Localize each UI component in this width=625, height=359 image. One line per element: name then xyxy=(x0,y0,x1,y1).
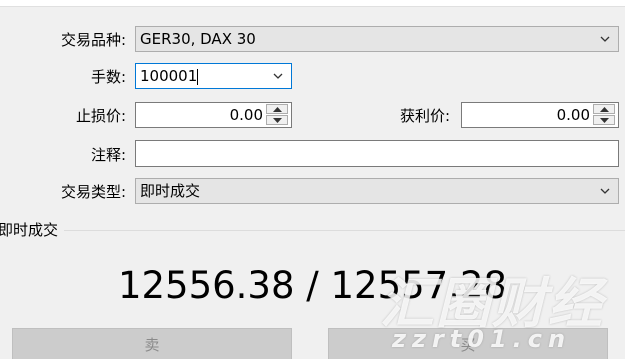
text-cursor xyxy=(197,68,199,85)
chevron-down-icon[interactable] xyxy=(273,72,283,80)
stoploss-spin-up[interactable] xyxy=(266,104,288,114)
takeprofit-label: 获利价: xyxy=(399,107,450,125)
symbol-select[interactable]: GER30, DAX 30 xyxy=(135,26,619,52)
symbol-label: 交易品种: xyxy=(60,31,126,49)
chevron-down-icon xyxy=(600,36,610,42)
type-label: 交易类型: xyxy=(60,183,126,201)
order-window: 交易品种: GER30, DAX 30 手数: 100001 止损价: 0.00… xyxy=(0,0,625,359)
takeprofit-spin-down[interactable] xyxy=(593,115,615,125)
spin-down-icon xyxy=(273,118,282,123)
takeprofit-spinner[interactable] xyxy=(593,104,617,126)
stoploss-value: 0.00 xyxy=(229,106,263,124)
section-divider xyxy=(64,230,625,231)
bid-ask-price: 12556.38 / 12557.28 xyxy=(117,264,508,307)
stoploss-spin-down[interactable] xyxy=(266,115,288,125)
spin-up-icon xyxy=(600,107,609,112)
comment-input[interactable] xyxy=(135,140,619,167)
takeprofit-field[interactable]: 0.00 xyxy=(461,102,619,128)
stoploss-field[interactable]: 0.00 xyxy=(135,102,292,128)
type-select[interactable]: 即时成交 xyxy=(135,178,619,204)
takeprofit-spin-up[interactable] xyxy=(593,104,615,114)
chevron-down-icon xyxy=(600,188,610,194)
sell-button[interactable]: 卖 xyxy=(12,328,292,359)
type-value: 即时成交 xyxy=(140,182,201,200)
execution-section-label: 即时成交 xyxy=(0,221,59,239)
takeprofit-value: 0.00 xyxy=(556,106,590,124)
stoploss-label: 止损价: xyxy=(75,107,126,125)
stoploss-spinner[interactable] xyxy=(266,104,290,126)
comment-label: 注释: xyxy=(90,146,126,164)
top-strip xyxy=(0,0,625,7)
volume-combo[interactable]: 100001 xyxy=(135,63,292,89)
symbol-value: GER30, DAX 30 xyxy=(140,30,256,48)
volume-label: 手数: xyxy=(90,68,126,86)
volume-value: 100001 xyxy=(140,67,198,85)
buy-button[interactable]: 买 xyxy=(328,328,608,359)
spin-down-icon xyxy=(600,118,609,123)
spin-up-icon xyxy=(273,107,282,112)
